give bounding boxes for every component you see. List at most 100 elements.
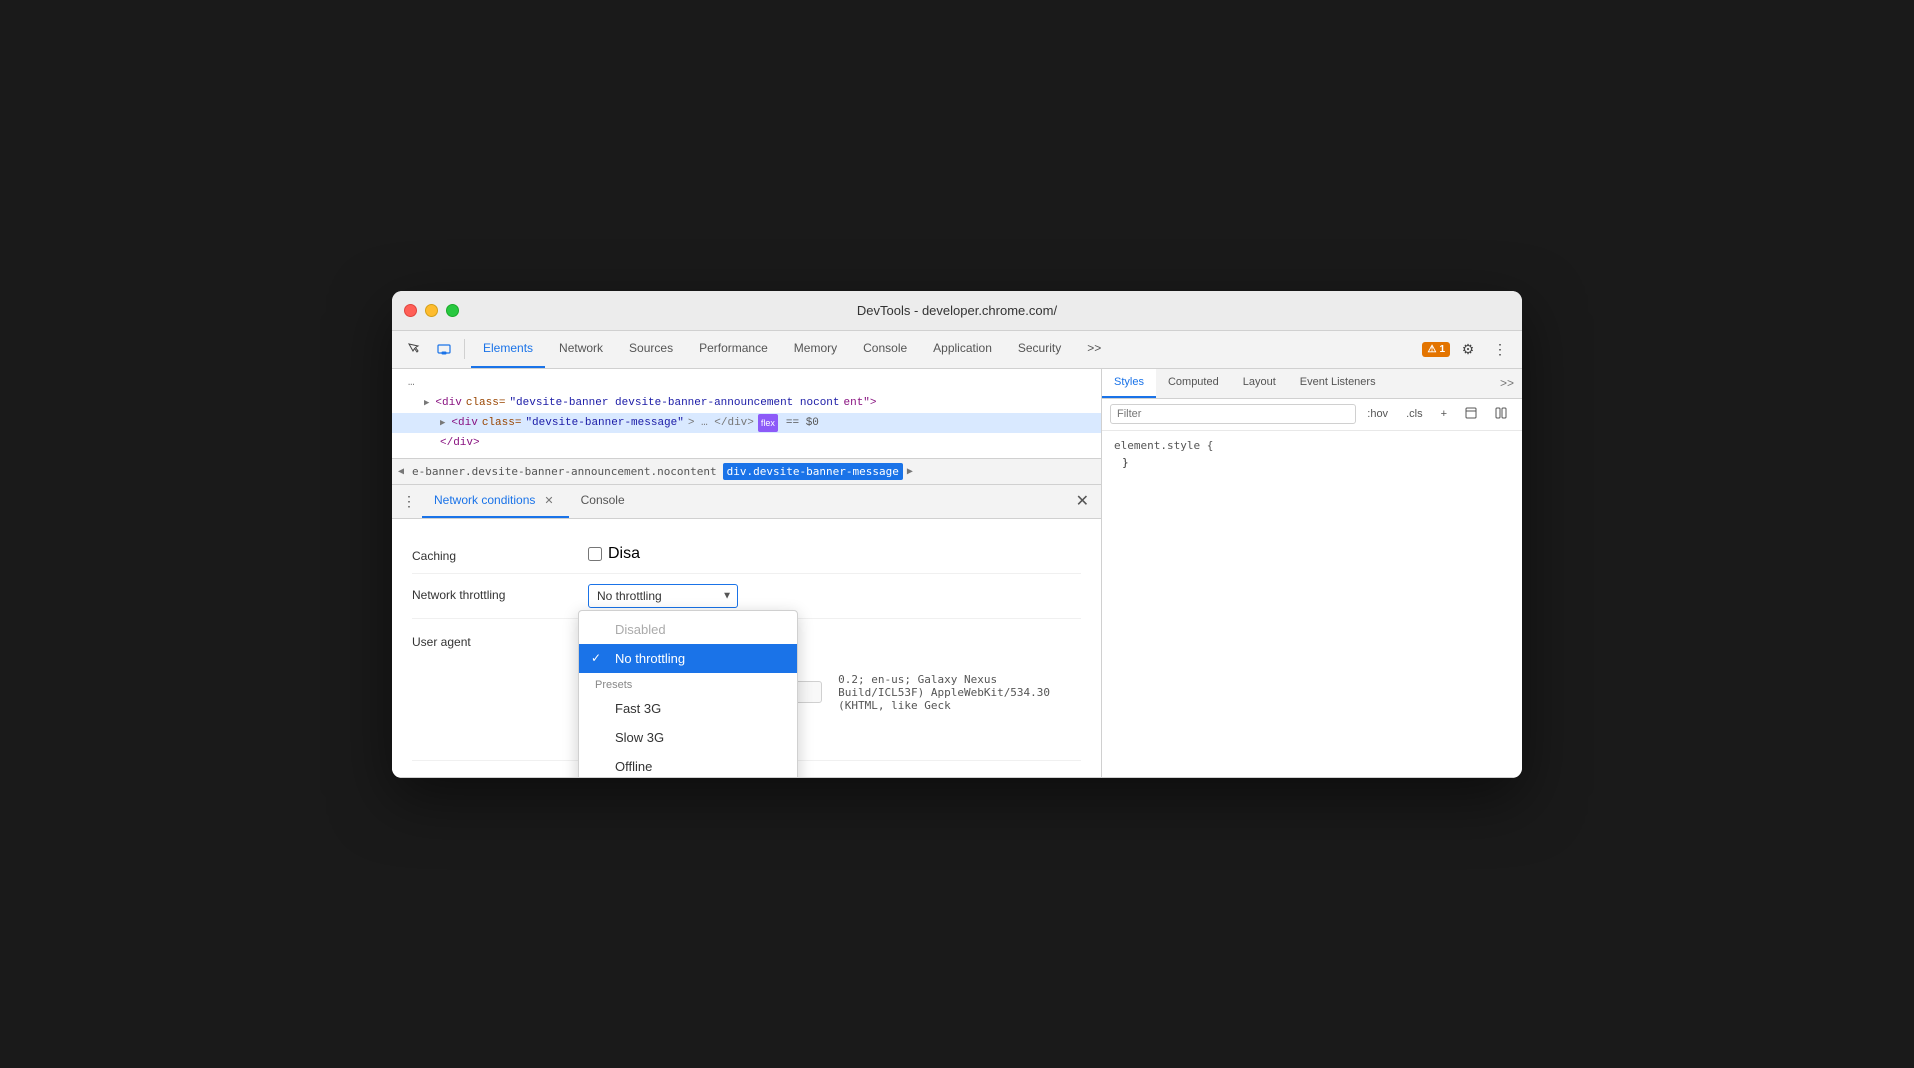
menu-fast-3g-label: Fast 3G [615,701,661,716]
throttling-dropdown-wrap: No throttling ▼ Disabled ✓ [588,584,738,608]
menu-item-slow-3g[interactable]: Slow 3G [579,723,797,752]
code-line-3[interactable]: </div> [392,433,1101,453]
attr-name-1: class= [466,394,506,412]
devtools-body: … ▶ <div class="devsite-banner devsite-b… [392,369,1522,778]
styles-tabs: Styles Computed Layout Event Listeners >… [1102,369,1522,399]
warning-icon: ⚠ [1427,344,1436,355]
three-dots-icon[interactable]: ⋮ [396,493,422,510]
checkmark-icon: ✓ [591,651,601,665]
inspector-icon[interactable] [1458,403,1484,426]
styles-content: element.style { } [1102,431,1522,477]
code-line-2[interactable]: ▶ <div class="devsite-banner-message"> …… [392,413,1101,433]
dollar-sign: == $0 [786,414,819,432]
triangle-icon: ▶ [424,394,429,412]
throttling-dropdown[interactable]: No throttling [588,584,738,608]
tab-security[interactable]: Security [1006,330,1073,368]
caching-row: Caching Disa [412,535,1081,574]
styles-tab-event-listeners[interactable]: Event Listeners [1288,369,1388,398]
tab-console-label: Console [581,493,625,507]
breadcrumb-item-1[interactable]: e-banner.devsite-banner-announcement.noc… [408,463,721,480]
traffic-lights [404,304,459,317]
devtools-window: DevTools - developer.chrome.com/ Element… [392,291,1522,778]
styles-toolbar: :hov .cls + [1102,399,1522,431]
filter-input[interactable] [1110,404,1356,424]
tab-more[interactable]: >> [1075,330,1113,368]
cls-button[interactable]: .cls [1399,404,1430,424]
right-panel: Styles Computed Layout Event Listeners >… [1102,369,1522,777]
code-line-1[interactable]: ▶ <div class="devsite-banner devsite-ban… [392,393,1101,413]
style-rule-element: element.style { [1114,439,1510,452]
tab-nc-label: Network conditions [434,493,535,507]
breadcrumb-left-arrow[interactable]: ◀ [396,466,406,477]
caching-content: Disa [588,545,1081,563]
menu-disabled-label: Disabled [615,622,666,637]
tab-sources[interactable]: Sources [617,330,685,368]
maximize-button[interactable] [446,304,459,317]
caching-checkbox-wrap: Disa [588,545,640,563]
bottom-tabs-bar: ⋮ Network conditions ✕ Console ✕ [392,485,1101,519]
warning-count: 1 [1439,344,1445,355]
caching-label: Caching [412,545,572,563]
top-panels: … ▶ <div class="devsite-banner devsite-b… [392,369,1522,778]
menu-item-no-throttling[interactable]: ✓ No throttling [579,644,797,673]
window-title: DevTools - developer.chrome.com/ [857,303,1057,318]
devtools-toolbar: Elements Network Sources Performance Mem… [392,331,1522,369]
styles-tab-more[interactable]: >> [1492,369,1522,398]
tab-memory[interactable]: Memory [782,330,849,368]
styles-tab-styles[interactable]: Styles [1102,369,1156,398]
throttling-label: Network throttling [412,584,572,602]
style-rule-close: } [1114,456,1510,469]
tab-nc-close[interactable]: ✕ [541,493,556,508]
more-options-icon[interactable]: ⋮ [1486,335,1514,363]
minimize-button[interactable] [425,304,438,317]
attr-name-2: class= [482,414,522,432]
user-agent-label: User agent [412,631,572,649]
tab-console-bottom[interactable]: Console [569,484,637,518]
breadcrumb-item-2[interactable]: div.devsite-banner-message [723,463,903,480]
left-panel: … ▶ <div class="devsite-banner devsite-b… [392,369,1102,777]
tab-console[interactable]: Console [851,330,919,368]
inspect-icon[interactable] [400,335,428,363]
flex-badge: flex [758,414,778,432]
tag-open-2: <div [451,414,477,432]
hov-button[interactable]: :hov [1360,404,1395,424]
throttling-row: Network throttling No throttling ▼ [412,574,1081,619]
triangle-icon-2: ▶ [440,414,445,432]
settings-icon[interactable]: ⚙ [1454,335,1482,363]
caching-checkbox[interactable] [588,547,602,561]
caching-checkbox-label: Disa [608,545,640,563]
menu-item-offline[interactable]: Offline [579,752,797,777]
tag-open-1: <div [435,394,461,412]
layout-icon[interactable] [1488,403,1514,426]
warning-badge[interactable]: ⚠ 1 [1422,342,1450,357]
tag-close-div: </div> [440,434,480,452]
tab-application[interactable]: Application [921,330,1004,368]
close-button[interactable] [404,304,417,317]
throttling-dropdown-menu: Disabled ✓ No throttling Presets Fast 3G [578,610,798,777]
menu-offline-label: Offline [615,759,652,774]
tag-close-1: ent"> [844,394,877,412]
tab-network-conditions[interactable]: Network conditions ✕ [422,484,569,518]
throttling-content: No throttling ▼ Disabled ✓ [588,584,1081,608]
breadcrumb-right-arrow[interactable]: ▶ [905,466,915,477]
device-toggle-icon[interactable] [430,335,458,363]
tab-elements[interactable]: Elements [471,330,545,368]
menu-header-presets: Presets [579,673,797,694]
tab-performance[interactable]: Performance [687,330,780,368]
styles-tab-computed[interactable]: Computed [1156,369,1231,398]
breadcrumb-bar: ◀ e-banner.devsite-banner-announcement.n… [392,459,1101,485]
close-panel-icon[interactable]: ✕ [1068,491,1097,511]
title-bar: DevTools - developer.chrome.com/ [392,291,1522,331]
menu-item-fast-3g[interactable]: Fast 3G [579,694,797,723]
code-line-ellipsis: … [392,373,1101,393]
dots-2: > … </div> [688,414,754,432]
menu-item-disabled[interactable]: Disabled [579,615,797,644]
network-conditions-panel: Caching Disa Network throttling [392,519,1101,777]
attr-value-1: "devsite-banner devsite-banner-announcem… [509,394,839,412]
menu-no-throttling-label: No throttling [615,651,685,666]
ellipsis-dots: … [408,374,415,392]
tab-network[interactable]: Network [547,330,615,368]
styles-tab-layout[interactable]: Layout [1231,369,1288,398]
add-style-icon[interactable]: + [1434,404,1454,424]
menu-slow-3g-label: Slow 3G [615,730,664,745]
